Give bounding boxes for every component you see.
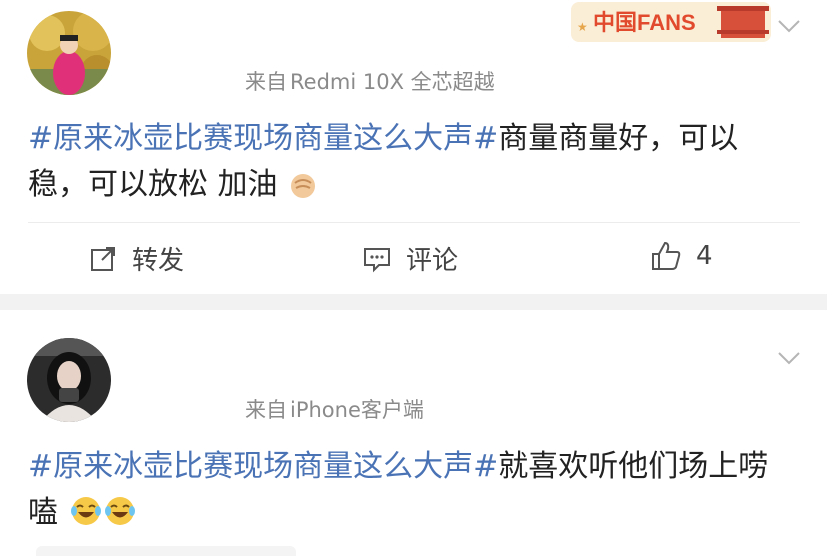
fist-emoji bbox=[289, 167, 317, 213]
svg-text:★: ★ bbox=[577, 20, 588, 34]
chevron-down-icon[interactable] bbox=[777, 18, 801, 34]
weibo-post: ★ 中国FANS 来自 Redmi 10X 全芯超越 #原来冰壶比赛现场商量这么大… bbox=[0, 0, 827, 294]
like-count: 4 bbox=[696, 241, 713, 271]
repost-label: 转发 bbox=[132, 246, 185, 276]
user-avatar[interactable] bbox=[27, 338, 111, 422]
fans-badge-text: 中国FANS bbox=[593, 10, 696, 35]
post-source: 来自 Redmi 10X 全芯超越 bbox=[245, 66, 495, 96]
source-prefix: 来自 bbox=[245, 70, 287, 94]
next-post-edge bbox=[36, 546, 296, 556]
post-separator bbox=[0, 294, 827, 310]
divider bbox=[28, 222, 800, 223]
fans-badge: ★ 中国FANS bbox=[571, 0, 771, 44]
source-app: iPhone客户端 bbox=[290, 398, 424, 422]
laugh-cry-emoji bbox=[104, 495, 136, 541]
hashtag-link[interactable]: #原来冰壶比赛现场商量这么大声# bbox=[28, 449, 498, 484]
post-source: 来自 iPhone客户端 bbox=[245, 394, 424, 424]
hashtag-link[interactable]: #原来冰壶比赛现场商量这么大声# bbox=[28, 121, 498, 156]
weibo-post: 来自 iPhone客户端 #原来冰壶比赛现场商量这么大声#就喜欢听他们场上唠嗑 bbox=[0, 310, 827, 553]
user-avatar[interactable] bbox=[27, 11, 111, 95]
source-prefix: 来自 bbox=[245, 398, 287, 422]
source-app: Redmi 10X 全芯超越 bbox=[290, 70, 495, 94]
thumbs-up-icon bbox=[652, 241, 681, 270]
comment-button[interactable]: 评论 bbox=[362, 240, 458, 277]
share-icon bbox=[91, 246, 115, 271]
post-text: #原来冰壶比赛现场商量这么大声#就喜欢听他们场上唠嗑 bbox=[28, 444, 798, 541]
comment-icon bbox=[364, 247, 390, 272]
comment-label: 评论 bbox=[406, 246, 459, 276]
laugh-cry-emoji bbox=[70, 495, 102, 541]
chevron-down-icon[interactable] bbox=[777, 350, 801, 366]
repost-button[interactable]: 转发 bbox=[88, 240, 184, 277]
post-text: #原来冰壶比赛现场商量这么大声#商量商量好，可以稳，可以放松 加油 bbox=[28, 116, 798, 213]
like-button[interactable]: 4 bbox=[650, 240, 713, 272]
